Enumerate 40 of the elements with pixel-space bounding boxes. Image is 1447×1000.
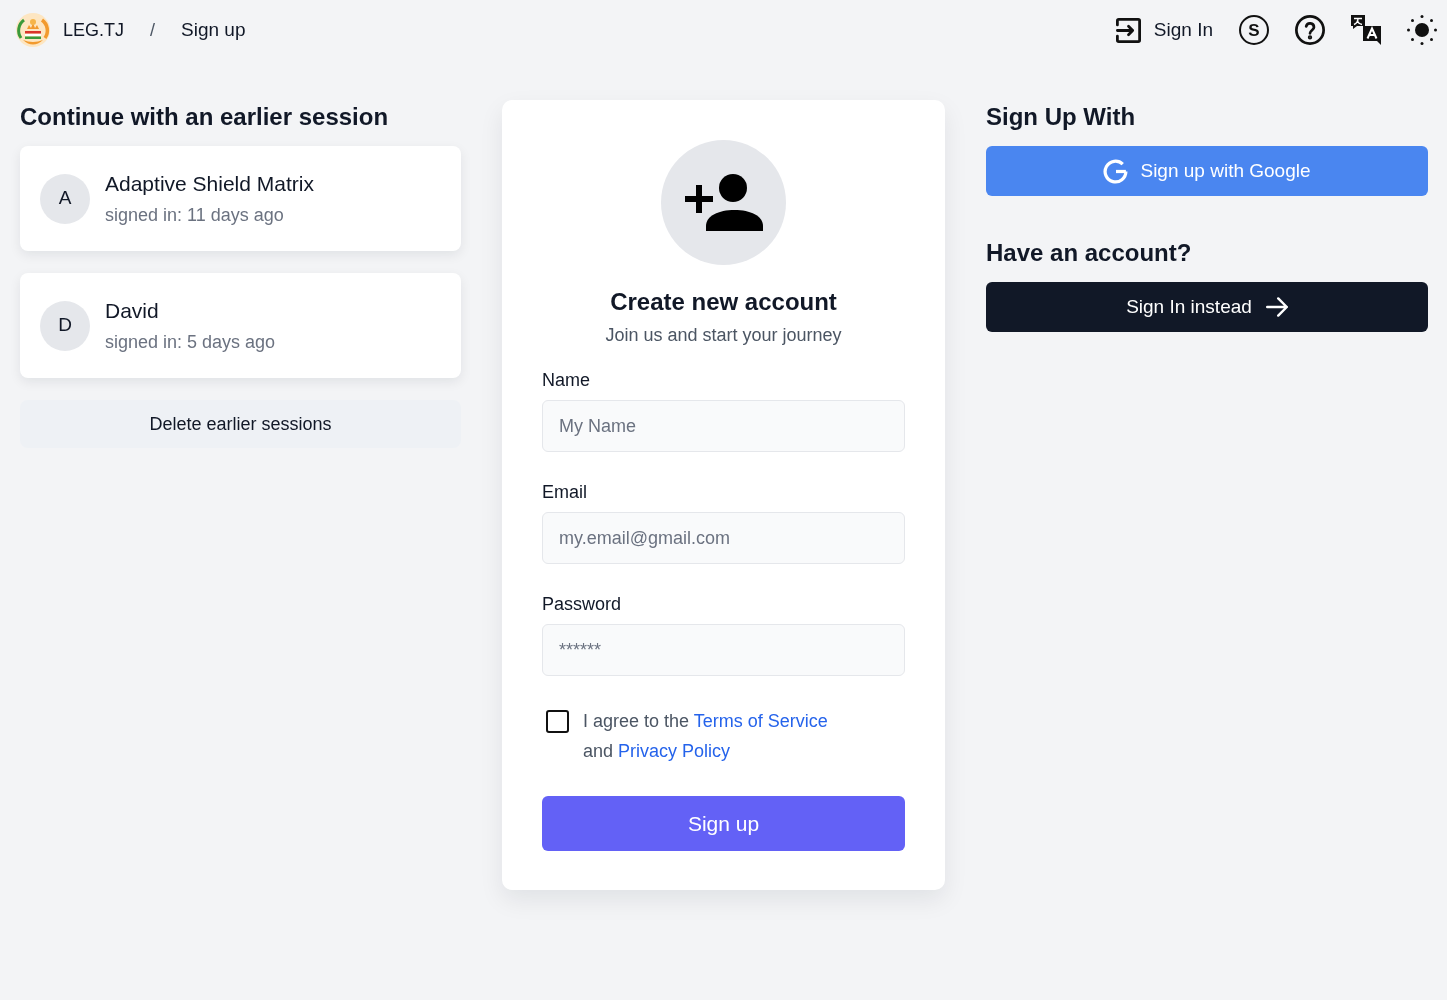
session-card[interactable]: A Adaptive Shield Matrix signed in: 11 days ago xyxy=(20,146,461,251)
google-g-icon xyxy=(1103,158,1129,184)
session-name: David xyxy=(105,297,160,324)
translate-icon[interactable] xyxy=(1351,15,1381,45)
brand-link[interactable]: LEG.TJ xyxy=(63,16,124,44)
field-label: Name xyxy=(542,369,591,392)
breadcrumb-current: Sign up xyxy=(181,17,246,42)
field-label: Password xyxy=(542,593,623,616)
form-title: Create new account xyxy=(609,287,838,317)
initial-avatar: D xyxy=(40,300,90,351)
section-heading: Continue with an earlier session xyxy=(20,102,390,132)
sign-in-icon xyxy=(1115,17,1141,43)
field-label: Email xyxy=(542,481,588,504)
google-sign-up-button[interactable]: Sign up with Google xyxy=(986,146,1428,196)
form-subtitle: Join us and start your journey xyxy=(604,324,843,347)
add-user-icon xyxy=(661,140,786,265)
section-heading: Have an account? xyxy=(986,238,1193,268)
session-name: Adaptive Shield Matrix xyxy=(105,170,314,197)
sign-in-link[interactable]: Sign In xyxy=(1115,15,1213,45)
session-card[interactable]: D David signed in: 5 days ago xyxy=(20,273,461,378)
session-time: signed in: 5 days ago xyxy=(105,330,276,354)
agreement-text: I agree to the Terms of Service and Privacy Policy xyxy=(583,710,829,763)
input-field[interactable]: My Name xyxy=(542,400,905,452)
help-icon[interactable] xyxy=(1295,15,1325,45)
policy-link[interactable]: Privacy Policy xyxy=(618,741,731,761)
breadcrumb-separator: / xyxy=(150,18,156,42)
agree-checkbox[interactable] xyxy=(546,710,569,733)
sign-up-button[interactable]: Sign up xyxy=(542,796,905,851)
circled-letter-button[interactable]: S xyxy=(1239,15,1269,45)
input-field[interactable]: my.email@gmail.com xyxy=(542,512,905,564)
sun-icon[interactable] xyxy=(1407,15,1437,45)
policy-link[interactable]: Terms of Service xyxy=(693,711,828,731)
arrow-right-icon xyxy=(1265,297,1288,317)
initial-avatar: A xyxy=(40,173,90,224)
sign-in-instead-button[interactable]: Sign In instead xyxy=(986,282,1428,332)
section-heading: Sign Up With xyxy=(986,102,1137,132)
delete-sessions-button[interactable]: Delete earlier sessions xyxy=(20,400,461,448)
session-time: signed in: 11 days ago xyxy=(105,203,285,227)
input-field[interactable]: ****** xyxy=(542,624,905,676)
emblem-logo-icon[interactable] xyxy=(16,13,50,47)
